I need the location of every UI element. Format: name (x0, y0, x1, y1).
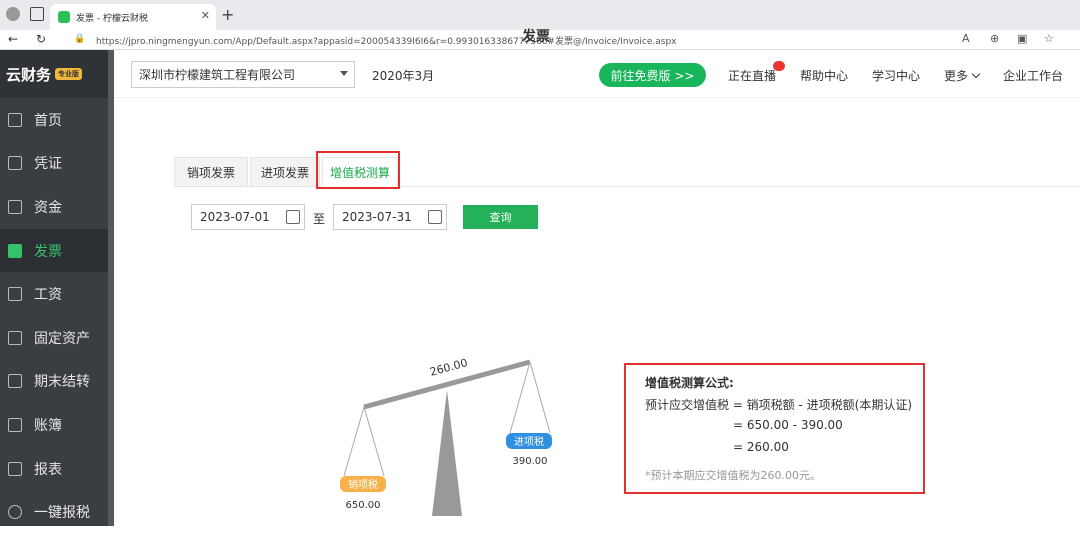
company-name: 深圳市柠檬建筑工程有限公司 (139, 68, 296, 82)
right-string (529, 361, 551, 434)
balance-scale-diagram: 260.00 销项税 650.00 进项税 390.00 (340, 356, 552, 516)
formula-line: = 260.00 (733, 440, 789, 454)
company-select[interactable]: 深圳市柠檬建筑工程有限公司 (131, 61, 355, 88)
free-version-button[interactable]: 前往免费版 >> (599, 63, 706, 87)
hot-badge (773, 61, 785, 71)
sidebar-item-label: 首页 (34, 112, 62, 129)
end-date-value: 2023-07-31 (342, 210, 412, 224)
formula-line: = 650.00 - 390.00 (733, 418, 843, 432)
sidebar-item-label: 一键报税 (34, 505, 90, 522)
left-string (343, 406, 365, 477)
sidebar-item-label: 工资 (34, 287, 62, 304)
sidebar-item-reports[interactable]: 报表 (0, 447, 114, 491)
sidebar-item-label: 资金 (34, 199, 62, 216)
input-tax-label: 进项税 (514, 435, 544, 448)
voucher-icon (8, 156, 22, 171)
invoice-icon (8, 243, 22, 258)
tab-sales-invoice[interactable]: 销项发票 (174, 157, 248, 187)
new-tab-icon[interactable]: + (221, 5, 234, 24)
tab-title: 发票 - 柠檬云财税 (76, 13, 148, 24)
profile-icon[interactable] (6, 7, 20, 21)
sidebar-item-salary[interactable]: 工资 (0, 272, 114, 316)
sidebar-scrollbar[interactable] (108, 50, 114, 526)
query-button[interactable]: 查询 (463, 205, 538, 229)
accounting-period: 2020年3月 (372, 69, 435, 83)
page-title: 发票 (522, 29, 550, 45)
close-icon[interactable]: ✕ (201, 9, 210, 22)
sidebar-item-voucher[interactable]: 凭证 (0, 142, 114, 186)
more-label: 更多 (944, 69, 969, 83)
diff-value: 260.00 (428, 356, 469, 379)
calendar-icon (8, 374, 22, 389)
end-date-input[interactable]: 2023-07-31 (333, 204, 447, 230)
tab-purchase-invoice[interactable]: 进项发票 (250, 157, 320, 187)
more-menu[interactable]: 更多 (944, 67, 981, 84)
sidebar-item-label: 固定资产 (34, 330, 90, 347)
sidebar-item-label: 账簿 (34, 417, 62, 434)
chevron-down-icon (971, 69, 981, 79)
formula-note: *预计本期应交增值税为260.00元。 (645, 469, 821, 482)
sidebar-item-label: 凭证 (34, 156, 62, 173)
chevron-down-icon (340, 71, 348, 76)
tax-icon (8, 505, 22, 520)
funds-icon (8, 199, 22, 214)
start-date-value: 2023-07-01 (200, 210, 270, 224)
formula-line: 预计应交增值税 = 销项税额 - 进项税额(本期认证) (645, 398, 913, 412)
calendar-icon[interactable] (428, 210, 442, 224)
tab-actions-icon[interactable] (30, 7, 44, 21)
fixed-assets-icon (8, 330, 22, 345)
book-icon (8, 417, 22, 432)
sidebar-item-label: 发票 (34, 243, 62, 260)
formula-title: 增值税测算公式: (645, 376, 734, 390)
scale-pillar (432, 390, 462, 516)
sidebar-item-label: 报表 (34, 461, 62, 478)
highlight-box (316, 151, 400, 189)
input-tax-value: 390.00 (513, 456, 548, 467)
study-link[interactable]: 学习中心 (872, 67, 920, 84)
sidebar-item-tax-filing[interactable]: 一键报税 (0, 490, 114, 534)
left-string (363, 406, 385, 477)
top-header: 深圳市柠檬建筑工程有限公司 2020年3月 前往免费版 >> 正在直播 帮助中心… (114, 50, 1080, 98)
chart-icon (8, 461, 22, 476)
pro-badge: 专业版 (55, 68, 83, 80)
app-logo: 云财务 专业版 (0, 50, 114, 98)
salary-icon (8, 287, 22, 302)
home-icon (8, 112, 22, 127)
start-date-input[interactable]: 2023-07-01 (191, 204, 305, 230)
output-tax-label: 销项税 (348, 478, 378, 491)
workbench-link[interactable]: 企业工作台 (1003, 67, 1063, 84)
sidebar: 云财务 专业版 首页 凭证 资金 发票 工资 固定资产 期末结转 账簿 报表 一… (0, 50, 114, 526)
help-link[interactable]: 帮助中心 (800, 67, 848, 84)
sidebar-item-funds[interactable]: 资金 (0, 185, 114, 229)
sidebar-item-invoice[interactable]: 发票 (0, 228, 114, 273)
invoice-tabs: 销项发票 进项发票 增值税测算 (174, 157, 1080, 187)
sidebar-item-ledger[interactable]: 账簿 (0, 403, 114, 447)
sidebar-item-home[interactable]: 首页 (0, 98, 114, 142)
sidebar-item-period-close[interactable]: 期末结转 (0, 360, 114, 404)
right-string (509, 361, 531, 434)
vat-formula-box: 增值税测算公式: 预计应交增值税 = 销项税额 - 进项税额(本期认证) = 6… (624, 363, 925, 494)
output-tax-value: 650.00 (346, 500, 381, 511)
logo-text: 云财务 (6, 65, 52, 84)
sidebar-item-label: 期末结转 (34, 374, 90, 391)
sidebar-item-fixed-assets[interactable]: 固定资产 (0, 316, 114, 360)
date-separator: 至 (313, 212, 326, 226)
calendar-icon[interactable] (286, 210, 300, 224)
live-link[interactable]: 正在直播 (728, 67, 776, 84)
favicon-icon (58, 11, 70, 23)
